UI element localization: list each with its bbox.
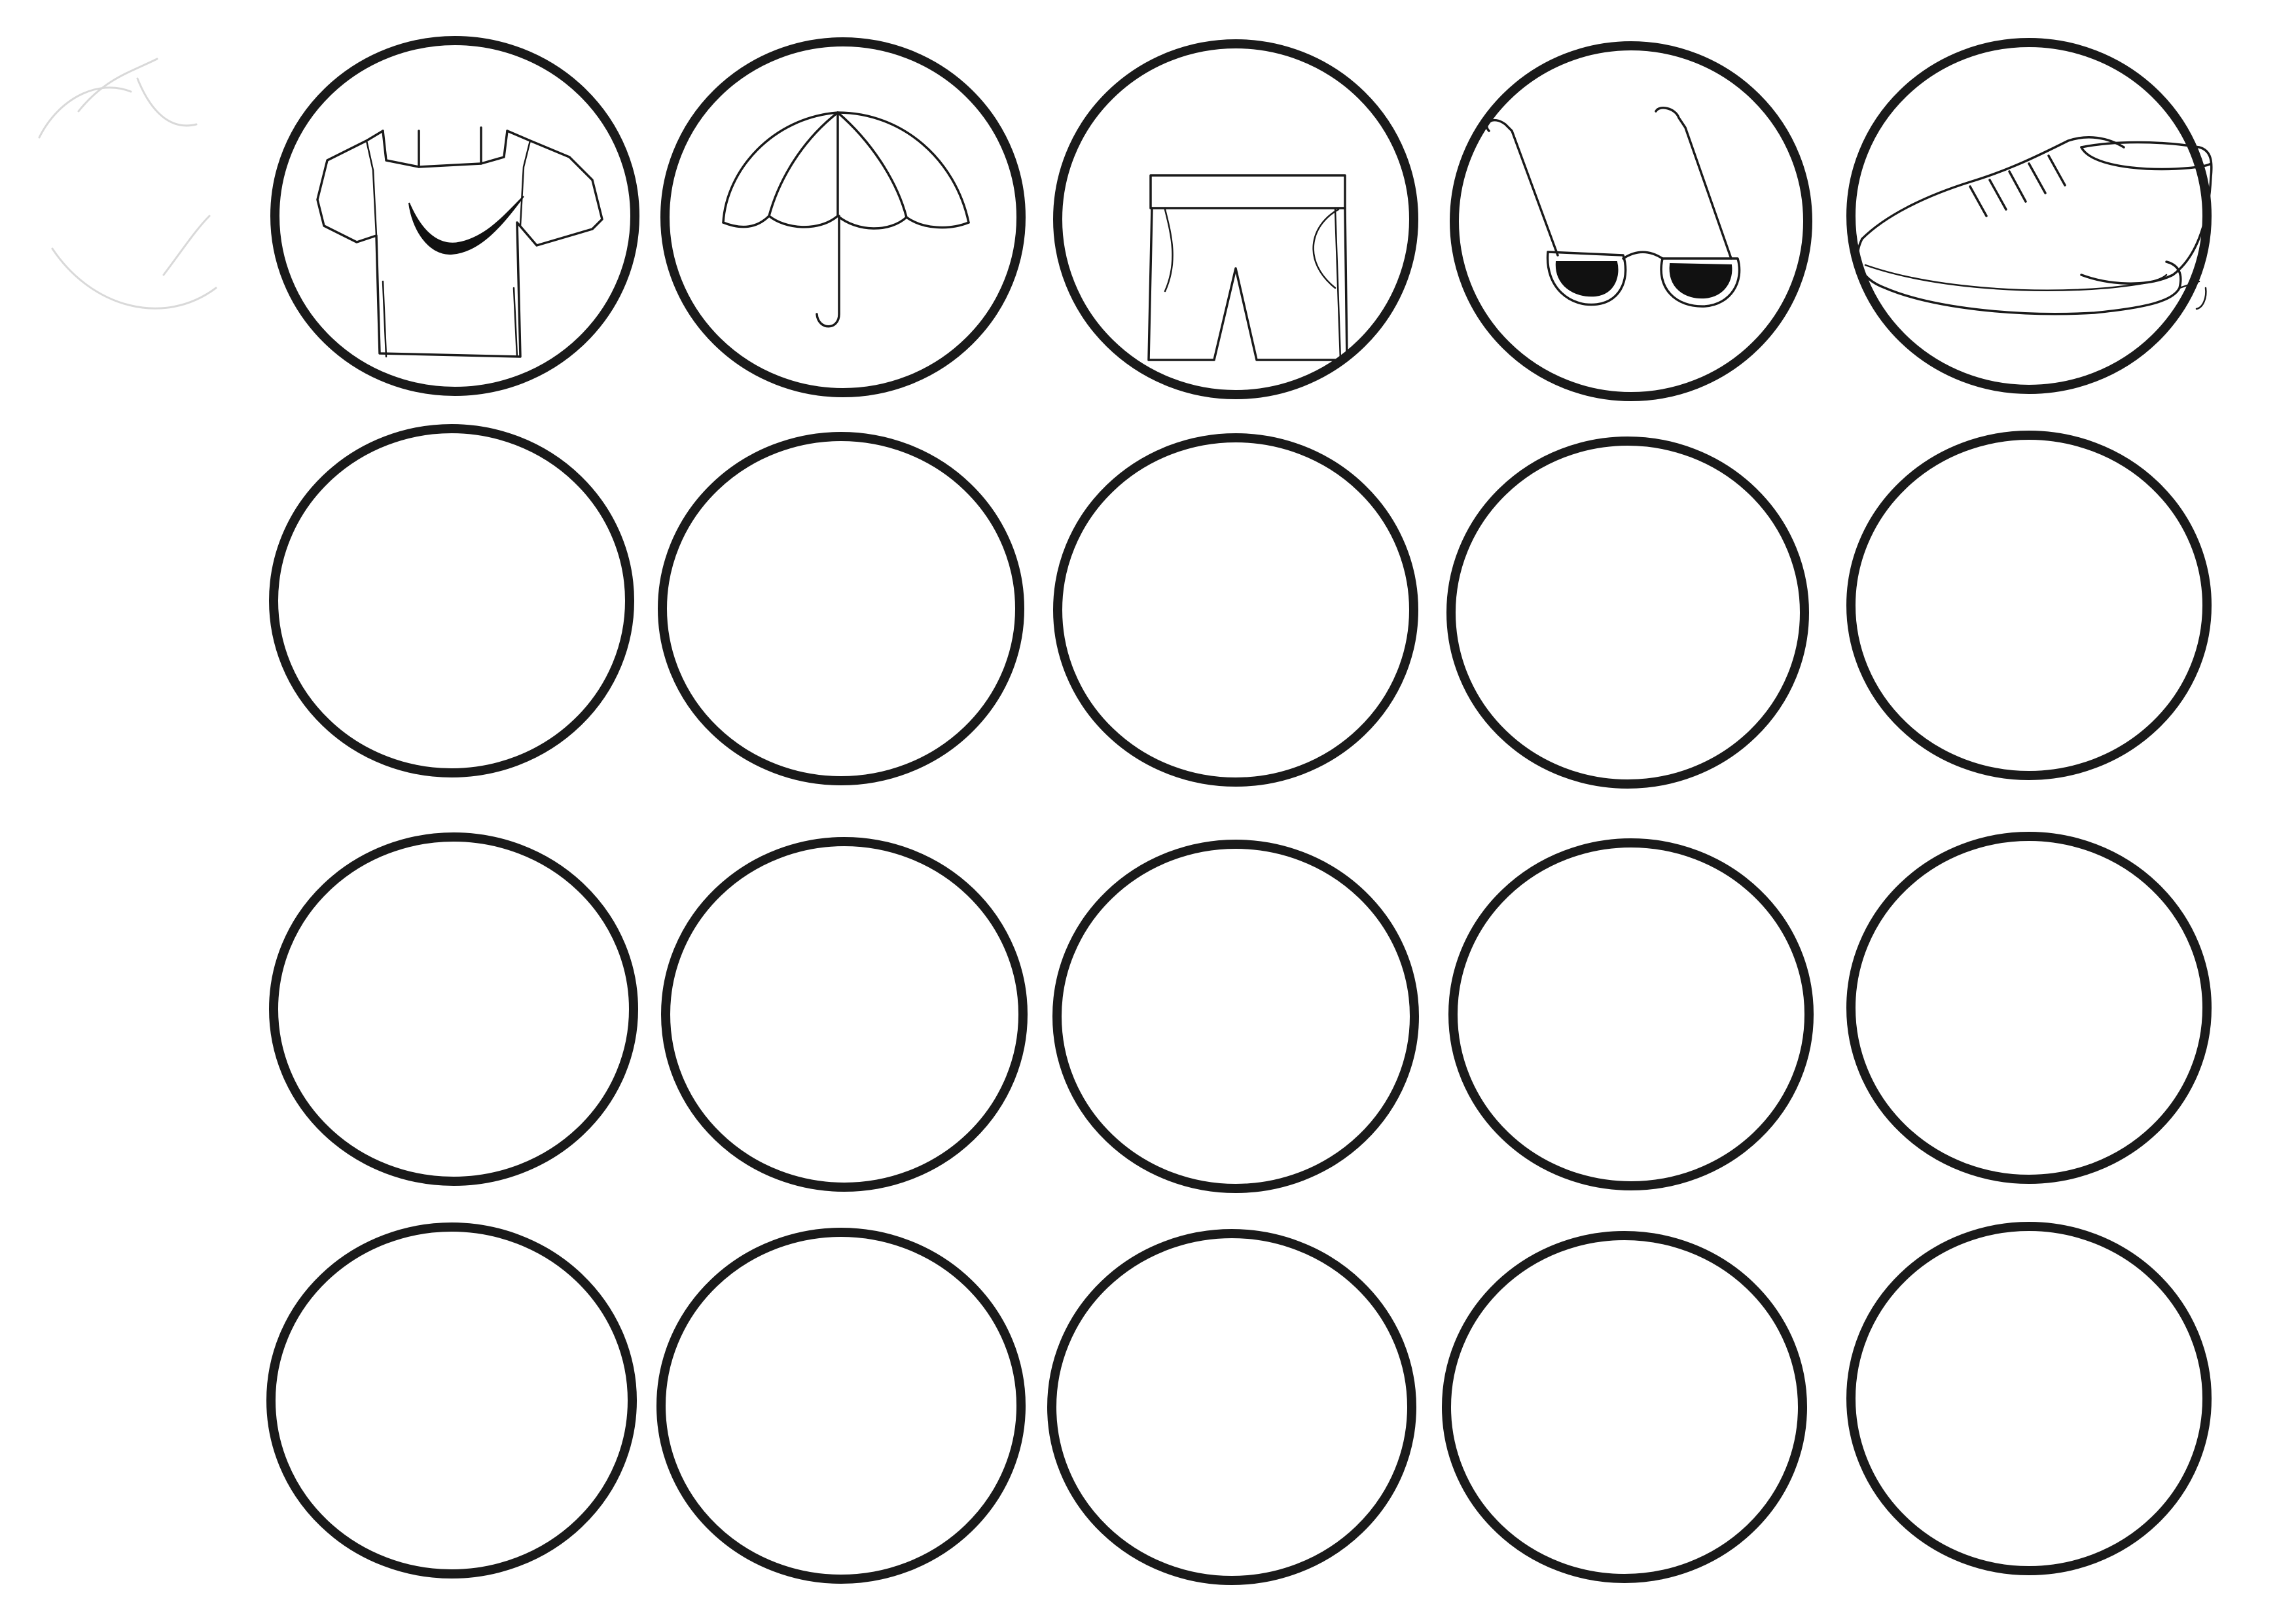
circle-r1-c4 xyxy=(1450,41,1812,401)
circle-r4-c4 xyxy=(1442,1231,1807,1583)
circle-r4-c2 xyxy=(656,1228,1026,1584)
circle-r1-c1 xyxy=(270,36,639,396)
circle-r1-c3 xyxy=(1053,39,1418,399)
circle-r3-c5 xyxy=(1846,832,2212,1184)
circle-r3-c4 xyxy=(1448,838,1814,1190)
circle-r3-c3 xyxy=(1052,840,1419,1193)
circle-r4-c3 xyxy=(1047,1229,1416,1585)
circle-r4-c5 xyxy=(1846,1222,2212,1575)
circle-r1-c2 xyxy=(660,37,1026,397)
circle-r3-c1 xyxy=(269,832,638,1186)
circle-r2-c3 xyxy=(1053,433,1418,787)
circle-r3-c2 xyxy=(661,837,1028,1192)
circle-r2-c1 xyxy=(269,424,634,777)
circle-r1-c5 xyxy=(1846,38,2213,394)
circle-r2-c4 xyxy=(1446,437,1809,789)
circle-r4-c1 xyxy=(266,1222,637,1578)
circle-r2-c2 xyxy=(658,432,1024,785)
worksheet-sheet xyxy=(38,36,2213,1585)
corner-scribble xyxy=(38,58,217,310)
circle-r2-c5 xyxy=(1846,431,2212,780)
